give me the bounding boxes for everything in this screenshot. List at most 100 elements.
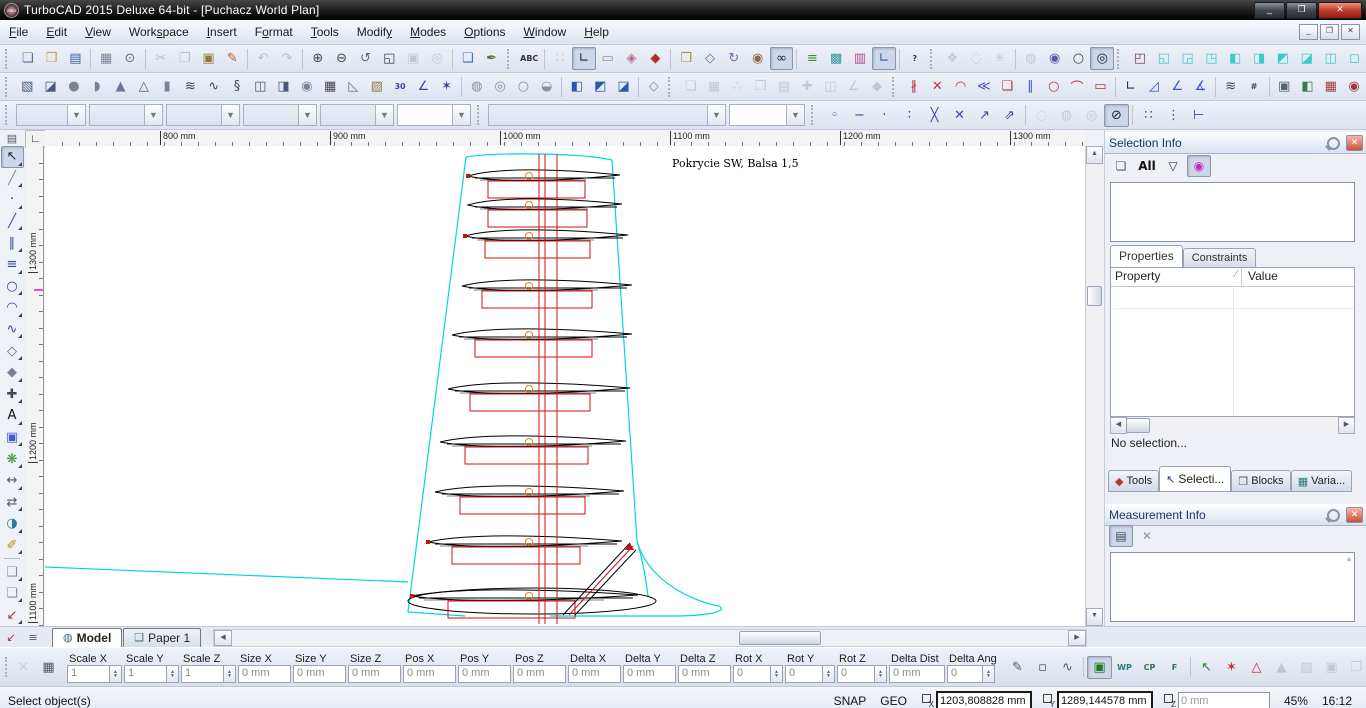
crop-box-icon[interactable]: ▧ <box>1294 656 1319 679</box>
calculator-icon[interactable]: ▦ <box>36 656 61 679</box>
coord-x-field[interactable]: 1203,808828 mm <box>936 691 1032 708</box>
zoom-in-icon[interactable]: ⊕ <box>306 47 330 70</box>
scroll-right-icon[interactable]: ▶ <box>1068 630 1086 646</box>
render-hidden-teapot-icon[interactable]: ◉ <box>1043 47 1067 70</box>
sketch-tool-icon[interactable]: ╱ <box>1 168 24 190</box>
field-delta-x[interactable]: 0 mm <box>568 665 621 683</box>
geo-mode-toggle[interactable]: GEO <box>880 694 907 708</box>
open-folder-icon[interactable]: ❒ <box>40 47 64 70</box>
style-combo-4[interactable]: ▼ <box>320 104 394 126</box>
field-scale-y[interactable]: 1▲▼ <box>124 665 179 683</box>
tab-properties[interactable]: Properties <box>1110 245 1183 267</box>
plane-3d-icon[interactable]: ◺ <box>342 75 365 98</box>
view-left-cube-icon[interactable]: ◳ <box>1200 47 1224 70</box>
palette-corner-icon[interactable]: ▤ <box>0 130 24 146</box>
mdi-restore-button[interactable]: ❐ <box>1320 24 1339 40</box>
snap-divide-icon[interactable]: ⋮ <box>1161 104 1186 127</box>
field-delta-z[interactable]: 0 mm <box>678 665 731 683</box>
tab-constraints[interactable]: Constraints <box>1183 248 1257 267</box>
circle-tool-icon[interactable]: ○ <box>1 276 24 298</box>
property-column-header[interactable]: Property ∕ <box>1111 268 1242 286</box>
boolean-intersect-icon[interactable]: ◪ <box>612 75 635 98</box>
menu-edit[interactable]: Edit <box>37 22 76 42</box>
toolbar-grip[interactable] <box>668 77 675 97</box>
palette-tab-selecti[interactable]: ↖Selecti... <box>1159 466 1231 492</box>
chevron-down-icon[interactable]: ▼ <box>67 105 85 125</box>
revolve-3d-icon[interactable]: § <box>225 75 248 98</box>
zoom-page-icon[interactable]: ▣ <box>401 47 425 70</box>
ole-object-icon[interactable]: ◉ <box>1342 75 1365 98</box>
coord-z-field[interactable]: 0 mm <box>1178 692 1270 708</box>
node-box-icon[interactable]: ◪ <box>39 75 62 98</box>
restore-button[interactable]: ❐ <box>1286 2 1317 19</box>
drawing-canvas[interactable]: Pokrycie SW, Balsa 1,5 <box>45 146 1085 626</box>
surface-3d-icon[interactable]: ▨ <box>365 75 388 98</box>
menu-workspace[interactable]: Workspace <box>120 22 198 42</box>
filter-icon[interactable]: ▽ <box>1161 155 1185 177</box>
canvas-vertical-scrollbar[interactable]: ▲ ▼ <box>1085 146 1101 626</box>
field-delta-dist[interactable]: 0 mm <box>889 665 945 683</box>
flyout-arrow-icon[interactable]: ↙ <box>0 631 22 644</box>
snap-rule-icon[interactable]: ⊢ <box>1186 104 1211 127</box>
select-wp-icon[interactable]: WP <box>1112 656 1137 679</box>
snap-center-icon[interactable]: ◌ <box>1029 104 1054 127</box>
grid-array-copy-icon[interactable]: ▦ <box>702 75 725 98</box>
insert-picture-icon[interactable]: ▩ <box>824 47 848 70</box>
ucs-axis-icon[interactable]: ∟ <box>872 47 896 70</box>
snap-mode-toggle[interactable]: SNAP <box>834 694 867 708</box>
render-wire-teapot-icon[interactable]: ◍ <box>1019 47 1043 70</box>
paste-icon[interactable]: ▣ <box>197 47 221 70</box>
field-rot-z[interactable]: 0▲▼ <box>837 665 887 683</box>
snap-cross-icon[interactable]: ╳ <box>922 104 947 127</box>
field-rot-x[interactable]: 0▲▼ <box>733 665 783 683</box>
snap-angle-icon[interactable]: ⇗ <box>997 104 1022 127</box>
parallel-constraint-icon[interactable]: ∥ <box>1019 75 1042 98</box>
spinner-icon[interactable]: ▲▼ <box>166 666 178 682</box>
field-scale-x[interactable]: 1▲▼ <box>67 665 122 683</box>
angle-measure-icon[interactable]: ∠ <box>1166 75 1189 98</box>
selection-list[interactable] <box>1110 182 1355 242</box>
menu-format[interactable]: Format <box>246 22 302 42</box>
snap-grid-point-icon[interactable]: ∷ <box>1136 104 1161 127</box>
zoom-extents-icon[interactable]: ◱ <box>377 47 401 70</box>
scroll-left-icon[interactable]: ◀ <box>1110 417 1127 434</box>
snap-ortho-icon[interactable]: − <box>847 104 872 127</box>
coordinate-system-icon[interactable]: ∟ <box>572 47 596 70</box>
field-pos-x[interactable]: 0 mm <box>403 665 456 683</box>
properties-grid[interactable]: Property ∕ Value <box>1110 267 1355 417</box>
rect-center-constraint-icon[interactable]: ▭ <box>1089 75 1112 98</box>
select-2d-icon[interactable]: ▣ <box>1087 656 1112 679</box>
sheet-tab-paper-1[interactable]: ❏Paper 1 <box>123 628 201 647</box>
box-a-icon[interactable]: ❐ <box>1344 656 1366 679</box>
zoom-previous-icon[interactable]: ↺ <box>354 47 378 70</box>
spinner-icon[interactable]: ▲▼ <box>822 666 834 682</box>
context-help-icon[interactable]: ? <box>903 47 927 70</box>
field-delta-ang[interactable]: 0▲▼ <box>947 665 995 683</box>
helix-3d-icon[interactable]: ✶ <box>435 75 458 98</box>
field-size-x[interactable]: 0 mm <box>238 665 291 683</box>
copy-doc-constraint-icon[interactable]: ❏ <box>996 75 1019 98</box>
copy-icon[interactable]: ❐ <box>173 47 197 70</box>
menu-insert[interactable]: Insert <box>198 22 246 42</box>
sheet-list-icon[interactable]: ≡ <box>22 631 44 644</box>
style-combo-1[interactable]: ▼ <box>89 104 163 126</box>
blob-sphere-2-icon[interactable]: ◎ <box>488 75 511 98</box>
circle-constraint-icon[interactable]: ○ <box>1042 75 1065 98</box>
toolbar-grip[interactable] <box>1117 49 1124 69</box>
line-tool-icon[interactable]: ╱ <box>1 211 24 233</box>
angle-arrows-icon[interactable]: ∡ <box>1189 75 1212 98</box>
box-options-icon[interactable]: ▫ <box>1030 656 1055 679</box>
table-icon[interactable]: ▤ <box>1109 525 1133 547</box>
arc-constraint-icon[interactable]: ⌒ <box>1065 75 1088 98</box>
select-mouse-icon[interactable]: ▭ <box>596 47 620 70</box>
hemisphere-3d-icon[interactable]: ◗ <box>86 75 109 98</box>
chevron-down-icon[interactable]: ▼ <box>707 105 725 125</box>
color-boxes-icon[interactable]: ◧ <box>1296 75 1319 98</box>
stamp-icon[interactable]: ▲ <box>1269 656 1294 679</box>
box-3d-icon[interactable]: ▧ <box>16 75 39 98</box>
disc-3d-icon[interactable]: ◉ <box>295 75 318 98</box>
field-size-z[interactable]: 0 mm <box>348 665 401 683</box>
palette-tab-blocks[interactable]: ❒Blocks <box>1231 470 1290 492</box>
single-copy-icon[interactable]: ❐ <box>749 75 772 98</box>
print-preview-icon[interactable]: ⊙ <box>118 47 142 70</box>
